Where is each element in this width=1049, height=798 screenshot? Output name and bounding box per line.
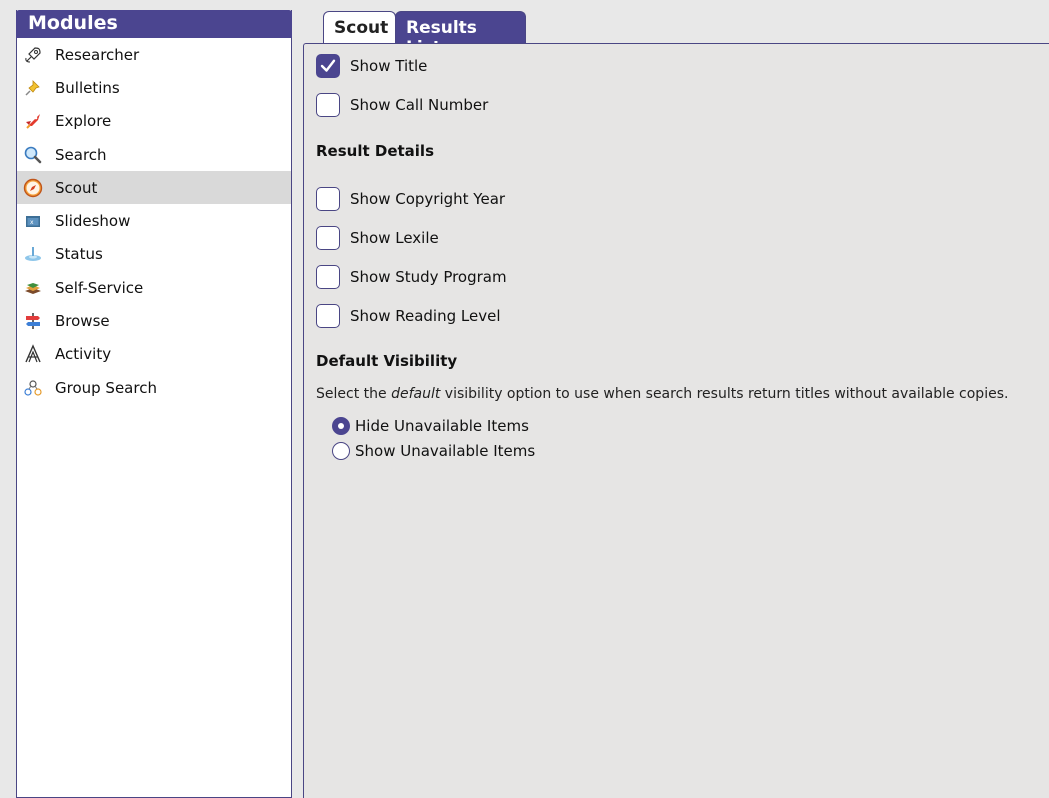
- show-lexile-checkbox[interactable]: [316, 226, 340, 250]
- show-title-label: Show Title: [350, 57, 428, 75]
- sidebar-item-self-service[interactable]: Self-Service: [17, 271, 291, 304]
- show-unavailable-label: Show Unavailable Items: [355, 442, 536, 460]
- sidebar-item-researcher[interactable]: Researcher: [17, 38, 291, 71]
- show-copyright-year-checkbox[interactable]: [316, 187, 340, 211]
- tab-results-list[interactable]: Results List: [395, 11, 526, 58]
- modules-header: Modules: [16, 10, 292, 38]
- sidebar-item-label: Activity: [55, 345, 112, 364]
- magnifier-icon: [23, 145, 43, 165]
- sidebar-item-activity[interactable]: Activity: [17, 338, 291, 371]
- desc-prefix: Select the: [316, 386, 392, 402]
- show-reading-level-option[interactable]: Show Reading Level: [316, 304, 501, 328]
- sidebar-item-label: Scout: [55, 178, 98, 197]
- rocket-icon: [23, 111, 43, 131]
- show-unavailable-radio[interactable]: [332, 442, 350, 460]
- rocket-outline-icon: [23, 45, 43, 65]
- show-title-checkbox[interactable]: [316, 54, 340, 78]
- desc-suffix: visibility option to use when search res…: [440, 386, 1009, 402]
- sidebar-item-bulletins[interactable]: Bulletins: [17, 71, 291, 104]
- sidebar-item-label: Researcher: [55, 45, 140, 64]
- tab-bar: Scout Results List: [323, 11, 526, 58]
- sidebar-item-group-search[interactable]: Group Search: [17, 371, 291, 404]
- pushpin-icon: [23, 78, 43, 98]
- show-study-program-label: Show Study Program: [350, 268, 507, 286]
- tab-scout[interactable]: Scout: [323, 11, 396, 44]
- show-study-program-option[interactable]: Show Study Program: [316, 265, 507, 289]
- show-study-program-checkbox[interactable]: [316, 265, 340, 289]
- checkmark-icon: [320, 59, 336, 72]
- show-call-number-checkbox[interactable]: [316, 93, 340, 117]
- sidebar-item-status[interactable]: Status: [17, 238, 291, 271]
- sidebar-item-scout[interactable]: Scout: [17, 171, 291, 205]
- sidebar-item-label: Slideshow: [55, 212, 131, 231]
- status-icon: [23, 244, 43, 264]
- compass-icon: [23, 178, 43, 198]
- svg-text:x: x: [30, 219, 34, 226]
- result-details-heading: Result Details: [316, 142, 434, 160]
- show-lexile-label: Show Lexile: [350, 229, 439, 247]
- sidebar-item-label: Status: [55, 245, 103, 264]
- group-icon: [23, 378, 43, 398]
- sidebar-item-browse[interactable]: Browse: [17, 304, 291, 337]
- default-visibility-heading: Default Visibility: [316, 352, 458, 370]
- desc-emphasis: default: [391, 386, 441, 402]
- show-reading-level-label: Show Reading Level: [350, 307, 501, 325]
- modules-panel: Modules Researcher Bulletins Explore Sea…: [16, 10, 292, 798]
- hide-unavailable-radio[interactable]: [332, 417, 350, 435]
- sidebar-item-label: Group Search: [55, 378, 157, 397]
- show-call-number-label: Show Call Number: [350, 96, 489, 114]
- sidebar-item-label: Self-Service: [55, 278, 144, 297]
- slideshow-icon: x: [23, 211, 43, 231]
- signpost-icon: [23, 311, 43, 331]
- show-lexile-option[interactable]: Show Lexile: [316, 226, 439, 250]
- sidebar-item-label: Explore: [55, 112, 112, 131]
- sidebar-item-label: Search: [55, 145, 107, 164]
- sidebar-item-label: Bulletins: [55, 78, 120, 97]
- modules-list: Researcher Bulletins Explore Search Scou…: [17, 38, 291, 404]
- hide-unavailable-label: Hide Unavailable Items: [355, 417, 529, 435]
- default-visibility-description: Select the default visibility option to …: [316, 386, 1008, 402]
- show-call-number-option[interactable]: Show Call Number: [316, 93, 488, 117]
- sidebar-item-label: Browse: [55, 312, 110, 331]
- activity-a-icon: [23, 344, 43, 364]
- sidebar-item-explore[interactable]: Explore: [17, 105, 291, 138]
- hide-unavailable-option[interactable]: Hide Unavailable Items: [332, 417, 529, 435]
- show-copyright-year-label: Show Copyright Year: [350, 190, 506, 208]
- show-copyright-year-option[interactable]: Show Copyright Year: [316, 187, 505, 211]
- show-reading-level-checkbox[interactable]: [316, 304, 340, 328]
- show-title-option[interactable]: Show Title: [316, 54, 427, 78]
- results-list-settings-panel: Show Title Show Call Number Result Detai…: [303, 43, 1049, 798]
- sidebar-item-slideshow[interactable]: x Slideshow: [17, 204, 291, 237]
- books-icon: [23, 278, 43, 298]
- show-unavailable-option[interactable]: Show Unavailable Items: [332, 442, 535, 460]
- sidebar-item-search[interactable]: Search: [17, 138, 291, 171]
